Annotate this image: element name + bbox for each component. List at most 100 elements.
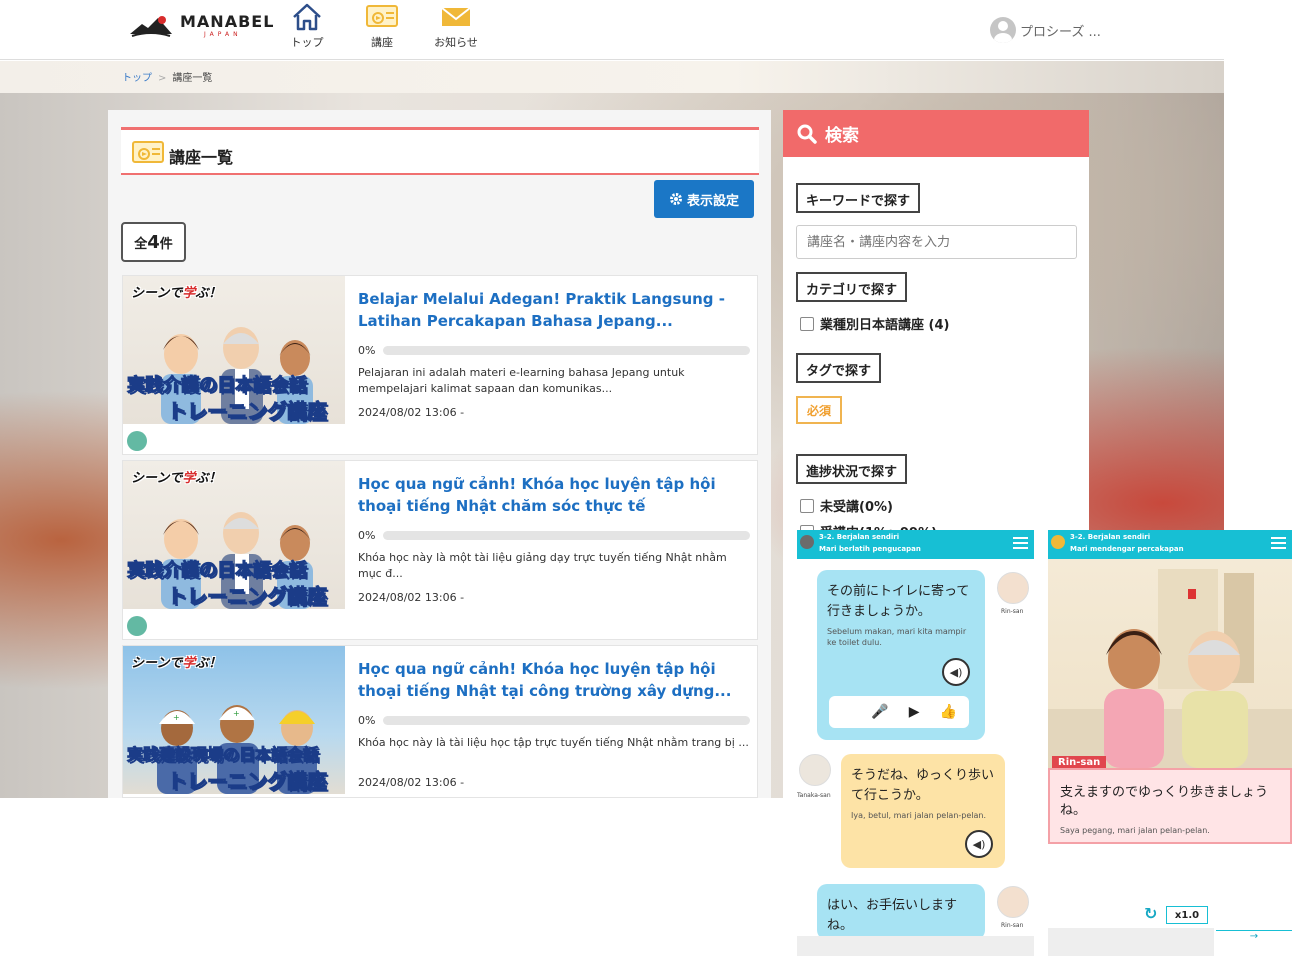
thumbnail-tagline: シーンで学ぶ！ (131, 652, 221, 671)
lesson-number: 3-2. Berjalan sendiri (1070, 533, 1151, 541)
course-date: 2024/08/02 13:06 - (358, 591, 465, 604)
course-date: 2024/08/02 13:06 - (358, 776, 465, 789)
progress-checkbox-unstarted[interactable]: 未受講(0%) (800, 496, 893, 515)
page-title-bar: 講座一覧 (121, 127, 759, 175)
phone-screen-pronunciation: 3-2. Berjalan sendiri Mari berlatih peng… (797, 530, 1034, 956)
course-card[interactable]: + + シーンで学ぶ！ 実践建設現場の日本語会話 トレーニング講座 Học qu… (122, 645, 758, 798)
progress-option-label: 未受講(0%) (820, 500, 893, 515)
course-icon (366, 5, 398, 27)
lesson-number: 3-2. Berjalan sendiri (819, 533, 900, 541)
course-thumbnail[interactable]: シーンで学ぶ！ 実践介護の日本語会話 トレーニング講座 (123, 276, 345, 424)
scene-illustration (1048, 559, 1292, 768)
course-title[interactable]: Belajar Melalui Adegan! Praktik Langsung… (358, 288, 750, 334)
thumbnail-tagline-b: 学 (182, 656, 196, 671)
display-settings-button[interactable]: 表示設定 (654, 180, 754, 218)
count-value: 4 (147, 232, 160, 253)
mail-icon (441, 7, 471, 26)
checkbox-box[interactable] (800, 316, 814, 331)
course-date: 2024/08/02 13:06 - (358, 406, 465, 419)
bubble-japanese: はい、お手伝いしますね。 (827, 898, 958, 933)
phone-screen-listening: 3-2. Berjalan sendiri Mari mendengar per… (1048, 530, 1292, 956)
keyword-search-input[interactable] (796, 225, 1077, 259)
user-avatar-icon (990, 17, 1016, 43)
search-header: 検索 (783, 110, 1089, 157)
nav-top[interactable]: トップ (277, 2, 337, 58)
thumbnail-tagline-c: ぶ！ (195, 286, 222, 301)
course-description: Pelajaran ini adalah materi e-learning b… (358, 366, 685, 395)
site-logo[interactable]: MANABEL JAPAN (128, 8, 273, 42)
thumbnail-tagline: シーンで学ぶ！ (131, 467, 221, 486)
thumbnail-tagline-a: シーンで (131, 656, 183, 671)
avatar-name: Rin-san (1001, 608, 1024, 615)
subtitle-japanese: 支えますのでゆっくり歩きましょうね。 (1060, 785, 1269, 818)
thumbnail-title-line1: 実践介護の日本語会話 (127, 375, 308, 397)
course-progress: 0% (358, 714, 750, 727)
course-title[interactable]: Học qua ngữ cảnh! Khóa học luyện tập hội… (358, 473, 750, 519)
speaker-icon[interactable]: ◀) (942, 658, 970, 686)
progress-bar (383, 716, 750, 725)
lesson-mode: Mari berlatih pengucapan (819, 545, 921, 553)
logo-text: MANABEL (180, 12, 275, 31)
microphone-icon[interactable]: 🎤 (871, 704, 888, 720)
chat-bubble-rin: はい、お手伝いしますね。 (817, 884, 985, 940)
menu-icon[interactable] (1013, 537, 1028, 549)
course-card[interactable]: シーンで学ぶ！ 実践介護の日本語会話 トレーニング講座 Belajar Mela… (122, 275, 758, 455)
page-title: 講座一覧 (169, 148, 234, 167)
thumbnail-tagline: シーンで学ぶ！ (131, 282, 221, 301)
bubble-translation: Iya, betul, mari jalan pelan-pelan. (851, 811, 987, 820)
tanaka-avatar-icon (799, 754, 831, 786)
medal-icon (800, 535, 814, 549)
bubble-japanese: そうだね、ゆっくり歩いて行こうか。 (851, 768, 995, 803)
result-count-badge: 全4件 (121, 222, 186, 262)
thumbnail-title-line2: トレーニング講座 (167, 399, 328, 424)
course-thumbnail[interactable]: シーンで学ぶ！ 実践介護の日本語会話 トレーニング講座 (123, 461, 345, 609)
course-thumbnail[interactable]: + + シーンで学ぶ！ 実践建設現場の日本語会話 トレーニング講座 (123, 646, 345, 794)
bubble-translation: Sebelum makan, mari kita mampir ke toile… (827, 627, 967, 647)
breadcrumb-separator: > (158, 73, 167, 84)
checkbox-box[interactable] (800, 498, 814, 513)
home-icon (293, 3, 321, 31)
course-card[interactable]: シーンで学ぶ！ 実践介護の日本語会話 トレーニング講座 Học qua ngữ … (122, 460, 758, 640)
rin-avatar-icon (997, 572, 1029, 604)
category-option-label: 業種別日本語講座 (4) (820, 318, 950, 333)
nav-news[interactable]: お知らせ (426, 2, 486, 58)
thumbnail-tagline-a: シーンで (131, 286, 183, 301)
lesson-mode: Mari mendengar percakapan (1070, 545, 1184, 553)
tag-search-label: タグで探す (796, 353, 882, 383)
course-progress: 0% (358, 529, 750, 542)
phone-footer (1048, 928, 1214, 956)
subtitle-box: 支えますのでゆっくり歩きましょうね。 Saya pegang, mari jal… (1048, 768, 1292, 844)
speaker-icon[interactable]: ◀) (965, 830, 993, 858)
logo-mark-icon (130, 16, 172, 37)
menu-icon[interactable] (1271, 537, 1286, 549)
next-arrow-icon[interactable]: → (1216, 930, 1292, 956)
thumbnail-title-line2: トレーニング講座 (167, 584, 328, 609)
course-title[interactable]: Học qua ngữ cảnh! Khóa học luyện tập hội… (358, 658, 750, 704)
nav-course[interactable]: 講座 (352, 2, 412, 58)
site-header: MANABEL JAPAN トップ 講座 お知らせ プロシーズ ... (0, 0, 1224, 60)
svg-text:+: + (173, 713, 180, 722)
medal-icon (1051, 535, 1065, 549)
avatar-name: Rin-san (1001, 922, 1024, 929)
phone-footer (797, 936, 1034, 956)
tag-required-button[interactable]: 必須 (796, 396, 842, 424)
thumbs-up-icon[interactable]: 👍 (940, 704, 957, 720)
user-menu[interactable]: プロシーズ ... (990, 16, 1101, 44)
breadcrumb-home[interactable]: トップ (122, 73, 152, 84)
progress-search-label: 進捗状況で探す (796, 454, 908, 484)
video-course-icon (127, 616, 147, 636)
breadcrumb: トップ > 講座一覧 (122, 69, 212, 84)
replay-icon[interactable]: ↻ (1144, 904, 1157, 923)
thumbnail-tagline-b: 学 (182, 471, 196, 486)
playback-speed-button[interactable]: x1.0 (1166, 906, 1208, 924)
nav-course-label: 講座 (371, 36, 393, 49)
logo-sub: JAPAN (204, 31, 242, 38)
count-suffix: 件 (159, 237, 173, 252)
category-search-label: カテゴリで探す (796, 272, 908, 302)
category-checkbox[interactable]: 業種別日本語講座 (4) (800, 314, 949, 333)
course-description: Khóa học này là một tài liệu giảng dạy t… (358, 551, 727, 580)
scene-characters (1048, 569, 1292, 768)
svg-text:+: + (233, 709, 240, 718)
bubble-japanese: その前にトイレに寄って行きましょうか。 (827, 584, 970, 619)
play-icon[interactable]: ▶ (909, 704, 920, 720)
